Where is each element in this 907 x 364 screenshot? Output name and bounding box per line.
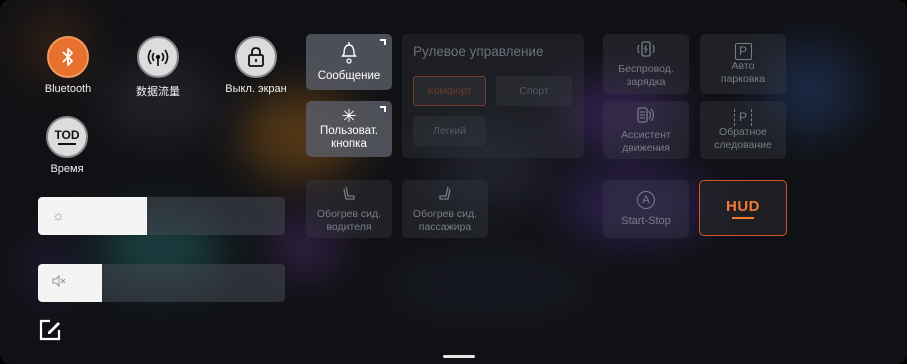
mute-icon xyxy=(52,274,66,291)
message-tile[interactable]: Сообщение xyxy=(306,34,392,90)
message-label: Сообщение xyxy=(317,70,381,82)
reverse-follow-label-1: Обратное xyxy=(719,125,767,138)
custom-button-tile[interactable]: ✳ Пользоват. кнопка xyxy=(306,101,392,157)
tod-icon-text: TOD xyxy=(54,128,80,142)
driving-assistant-label-1: Ассистент xyxy=(621,128,671,141)
wireless-charging-label-2: зарядка xyxy=(626,75,666,88)
parking-icon: P xyxy=(734,42,752,60)
hud-label: HUD xyxy=(726,197,760,215)
control-center: Bluetooth 数据流量 Выкл. экран TOD Время ☼ С… xyxy=(0,0,907,364)
edit-icon xyxy=(39,319,61,341)
tod-underline xyxy=(58,143,76,145)
passenger-seat-heat-label-1: Обогрев сид. xyxy=(412,207,478,220)
wireless-charging-label-1: Беспровод. xyxy=(618,62,674,75)
auto-parking-tile[interactable]: P Авто парковка xyxy=(700,34,786,94)
hud-underline xyxy=(732,216,754,219)
tod-icon: TOD xyxy=(46,116,88,158)
bluetooth-button[interactable]: Bluetooth xyxy=(23,36,113,95)
time-button[interactable]: TOD Время xyxy=(22,116,112,175)
data-traffic-button[interactable]: 数据流量 xyxy=(113,36,203,99)
wireless-charging-tile[interactable]: Беспровод. зарядка xyxy=(603,34,689,94)
driver-seat-heat-label-2: водителя xyxy=(326,220,372,233)
custom-button-label-2: кнопка xyxy=(331,138,367,150)
screen-off-label: Выкл. экран xyxy=(225,83,287,95)
expand-corner-icon xyxy=(380,39,386,45)
screen-lock-icon xyxy=(235,36,277,78)
start-stop-icon: A xyxy=(637,190,655,209)
assistant-icon xyxy=(636,106,656,129)
steering-mode-sport[interactable]: Спорт xyxy=(496,76,572,106)
data-traffic-icon xyxy=(137,36,179,78)
seat-heat-passenger-icon xyxy=(437,185,453,208)
bluetooth-icon xyxy=(47,36,89,78)
volume-slider[interactable] xyxy=(38,264,285,302)
edit-button[interactable] xyxy=(38,318,62,342)
volume-fill xyxy=(38,264,103,302)
data-traffic-label: 数据流量 xyxy=(136,86,180,98)
seat-heat-driver-icon xyxy=(341,185,357,208)
steering-mode-comfort[interactable]: Комфорт xyxy=(413,76,486,106)
time-label: Время xyxy=(50,163,84,175)
wireless-charging-icon xyxy=(637,40,655,63)
passenger-seat-heat-tile[interactable]: Обогрев сид. пассажира xyxy=(402,180,488,238)
auto-parking-label-2: парковка xyxy=(720,72,766,85)
home-indicator[interactable] xyxy=(443,355,475,358)
expand-corner-icon xyxy=(380,106,386,112)
asterisk-icon: ✳ xyxy=(341,106,357,126)
brightness-slider[interactable]: ☼ xyxy=(38,197,285,235)
reverse-follow-label-2: следование xyxy=(714,138,772,151)
hud-button[interactable]: HUD xyxy=(699,180,787,236)
custom-button-label-1: Пользоват. xyxy=(320,125,378,137)
start-stop-label: Start-Stop xyxy=(621,214,671,227)
bluetooth-label: Bluetooth xyxy=(44,83,92,95)
driver-seat-heat-label-1: Обогрев сид. xyxy=(316,207,382,220)
reverse-follow-tile[interactable]: P Обратное следование xyxy=(700,101,786,159)
passenger-seat-heat-label-2: пассажира xyxy=(418,220,472,233)
driver-seat-heat-tile[interactable]: Обогрев сид. водителя xyxy=(306,180,392,238)
reverse-parking-icon: P xyxy=(734,108,752,126)
driving-assistant-tile[interactable]: Ассистент движения xyxy=(603,101,689,159)
steering-mode-light[interactable]: Легкий xyxy=(413,116,486,146)
bell-icon xyxy=(341,41,357,70)
start-stop-tile[interactable]: A Start-Stop xyxy=(603,180,689,238)
driving-assistant-label-2: движения xyxy=(622,141,670,154)
auto-parking-label-1: Авто xyxy=(731,59,755,72)
steering-title: Рулевое управление xyxy=(413,44,544,59)
steering-panel: Рулевое управление Комфорт Спорт Легкий xyxy=(402,34,584,158)
screen-off-button[interactable]: Выкл. экран xyxy=(211,36,301,95)
brightness-icon: ☼ xyxy=(52,207,65,223)
